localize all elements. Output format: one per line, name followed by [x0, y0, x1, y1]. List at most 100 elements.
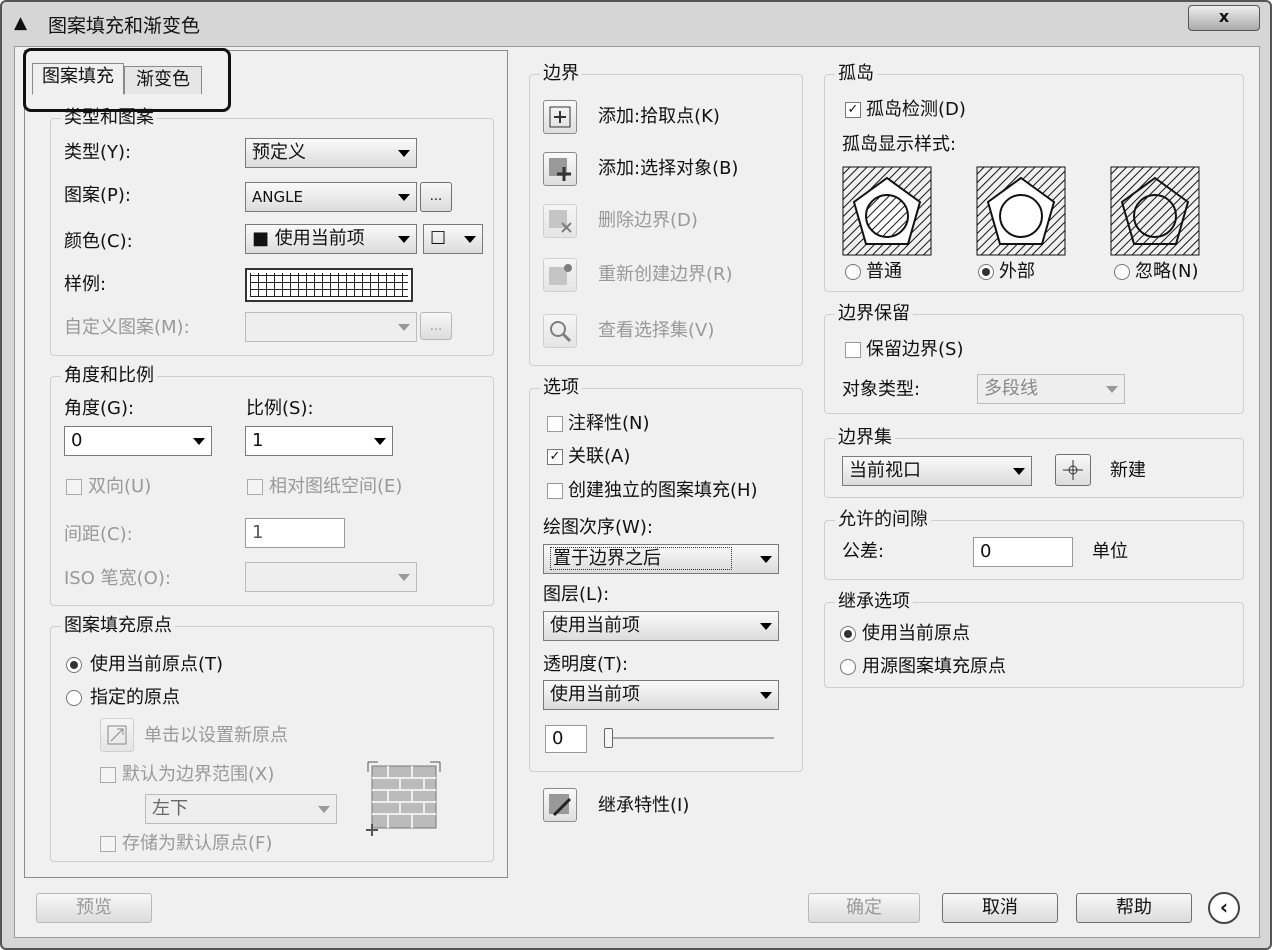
swatch-preview [250, 273, 408, 297]
unit-label: 单位 [1092, 541, 1128, 562]
use-current-origin-radio[interactable] [66, 657, 82, 673]
add-select-objects-label: 添加:选择对象(B) [598, 158, 739, 179]
separate-hatches-checkbox[interactable] [547, 483, 563, 499]
island-normal-preview-icon [842, 166, 932, 256]
group-title: 允许的间隙 [835, 509, 931, 531]
scale-value: 1 [252, 430, 264, 451]
remove-boundaries-button[interactable] [543, 204, 577, 238]
view-selections-button[interactable] [543, 314, 577, 348]
island-style-label: 孤岛显示样式: [842, 134, 957, 155]
transparency-slider-track[interactable] [606, 737, 774, 739]
island-detection-label: 孤岛检测(D) [866, 99, 966, 120]
use-current-origin-label: 使用当前原点(T) [90, 654, 224, 675]
store-default-label: 存储为默认原点(F) [122, 833, 273, 854]
island-normal-radio[interactable] [845, 264, 861, 280]
island-ignore-radio[interactable] [1114, 264, 1130, 280]
angle-select[interactable]: 0 [64, 426, 212, 456]
custom-browse-button[interactable]: ... [420, 312, 452, 340]
color-select[interactable]: ■ 使用当前项 [245, 224, 417, 254]
crosshair-icon [1063, 460, 1083, 480]
island-ignore-preview-icon [1110, 166, 1200, 256]
group-title: 孤岛 [835, 63, 877, 85]
layer-label: 图层(L): [543, 584, 610, 605]
tolerance-input[interactable]: 0 [973, 537, 1073, 567]
pattern-swatch[interactable] [245, 268, 413, 302]
transparency-select[interactable]: 使用当前项 [543, 680, 779, 710]
double-checkbox[interactable] [66, 479, 82, 495]
inherit-properties-button[interactable] [543, 788, 577, 822]
island-normal-label: 普通 [866, 261, 902, 282]
double-label: 双向(U) [88, 476, 152, 497]
object-type-select[interactable]: 多段线 [977, 374, 1125, 404]
associative-checkbox[interactable]: ✓ [547, 449, 563, 465]
separate-hatches-label: 创建独立的图案填充(H) [568, 480, 758, 501]
layer-value: 使用当前项 [550, 615, 640, 636]
close-button[interactable]: x [1188, 5, 1260, 31]
cancel-button[interactable]: 取消 [942, 893, 1058, 923]
custom-pattern-label: 自定义图案(M): [64, 317, 190, 338]
store-default-checkbox[interactable] [100, 836, 116, 852]
view-selections-label: 查看选择集(V) [598, 320, 715, 341]
set-origin-icon [107, 725, 127, 745]
iso-pen-select[interactable] [245, 562, 417, 592]
layer-select[interactable]: 使用当前项 [543, 611, 779, 641]
group-title: 选项 [540, 377, 582, 399]
pattern-select[interactable]: ANGLE [245, 182, 417, 212]
type-select[interactable]: 预定义 [245, 138, 417, 168]
preview-button[interactable]: 预览 [36, 893, 152, 923]
island-ignore-label: 忽略(N) [1135, 261, 1199, 282]
title-bar[interactable]: ▲ 图案填充和渐变色 x [2, 2, 1270, 42]
island-outer-radio[interactable] [978, 264, 994, 280]
default-extent-checkbox[interactable] [100, 767, 116, 783]
boundary-set-select[interactable]: 当前视口 [842, 456, 1032, 486]
pattern-label: 图案(P): [64, 185, 131, 206]
spacing-input[interactable]: 1 [245, 518, 345, 548]
inherit-use-current-label: 使用当前原点 [862, 623, 970, 644]
group-title: 图案填充原点 [61, 615, 175, 637]
transparency-slider-thumb[interactable] [604, 728, 613, 748]
remove-boundaries-icon [549, 210, 572, 233]
boundary-set-value: 当前视口 [849, 460, 921, 481]
origin-position-select[interactable]: 左下 [145, 794, 337, 824]
scale-select[interactable]: 1 [245, 426, 393, 456]
recreate-boundary-label: 重新创建边界(R) [598, 264, 733, 285]
background-color-select[interactable]: ☐ [423, 224, 483, 254]
relative-paper-label: 相对图纸空间(E) [269, 476, 403, 497]
island-detection-checkbox[interactable]: ✓ [845, 102, 861, 118]
inherit-use-source-radio[interactable] [840, 659, 856, 675]
add-select-objects-button[interactable] [543, 152, 577, 186]
type-value: 预定义 [252, 142, 306, 163]
inherit-properties-label: 继承特性(I) [598, 795, 690, 816]
type-label: 类型(Y): [64, 142, 132, 163]
pattern-browse-button[interactable]: ... [420, 182, 452, 212]
relative-paper-checkbox[interactable] [247, 479, 263, 495]
origin-position-value: 左下 [152, 798, 188, 819]
collapse-chevron-left-icon[interactable]: ‹ [1208, 892, 1240, 924]
draw-order-select[interactable]: 置于边界之后 [543, 544, 779, 574]
origin-preview-icon [366, 761, 441, 836]
add-pick-points-button[interactable] [543, 100, 577, 134]
island-outer-preview-icon [976, 166, 1066, 256]
color-label: 颜色(C): [64, 231, 133, 252]
help-button[interactable]: 帮助 [1076, 893, 1192, 923]
transparency-number-input[interactable]: 0 [545, 725, 587, 753]
spacing-label: 间距(C): [64, 524, 133, 545]
swatch-label: 样例: [64, 274, 107, 295]
custom-pattern-select[interactable] [245, 312, 417, 342]
pick-points-icon [549, 106, 571, 128]
ok-button[interactable]: 确定 [808, 893, 920, 923]
annotative-checkbox[interactable] [547, 416, 563, 432]
default-extent-label: 默认为边界范围(X) [122, 764, 275, 785]
retain-boundaries-checkbox[interactable] [845, 342, 861, 358]
specified-origin-radio[interactable] [66, 690, 82, 706]
specified-origin-label: 指定的原点 [90, 687, 180, 708]
inherit-use-current-radio[interactable] [840, 626, 856, 642]
autocad-logo-icon: ▲ [14, 13, 28, 33]
iso-pen-label: ISO 笔宽(O): [64, 568, 171, 589]
transparency-value: 使用当前项 [550, 684, 640, 705]
transparency-number: 0 [552, 728, 564, 749]
set-origin-button[interactable] [100, 718, 134, 752]
new-boundary-set-button[interactable] [1055, 454, 1091, 486]
recreate-boundary-button[interactable] [543, 258, 577, 292]
group-title: 边界集 [835, 427, 895, 449]
